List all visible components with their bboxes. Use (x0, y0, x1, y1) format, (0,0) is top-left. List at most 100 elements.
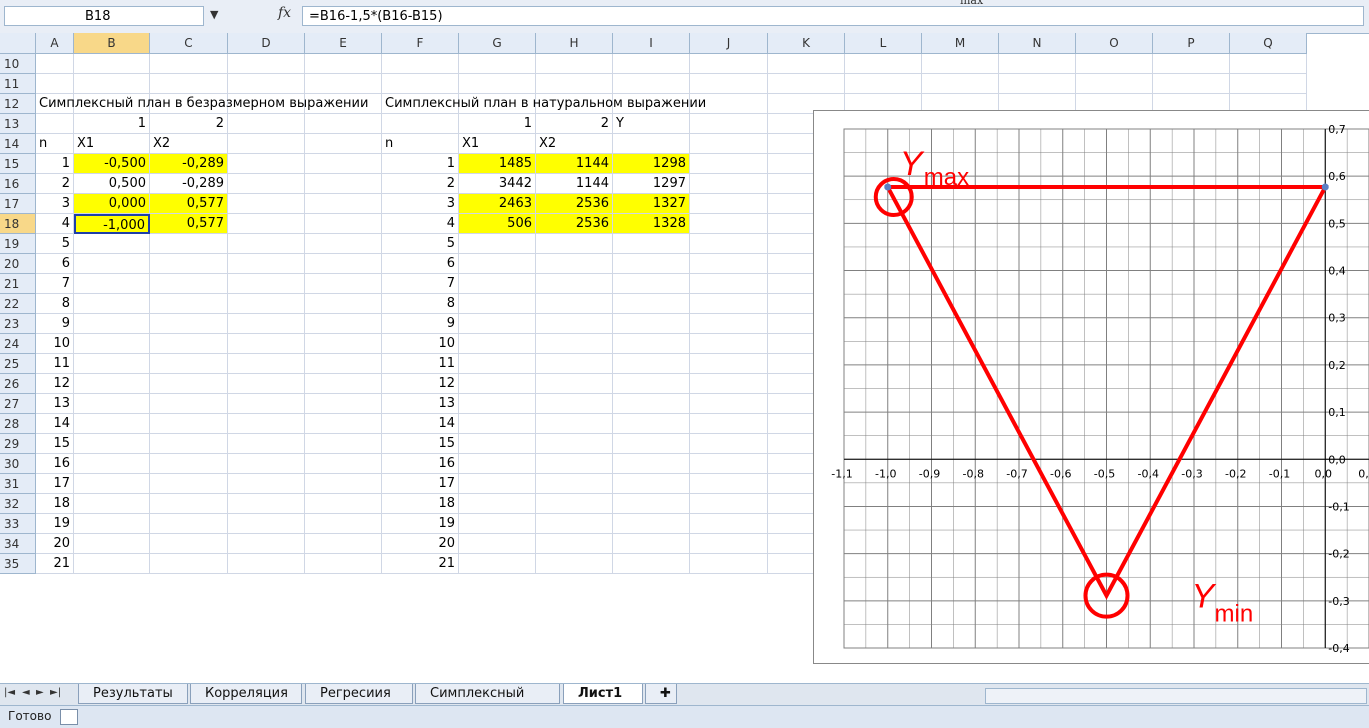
cell-F23-value[interactable]: 9 (382, 314, 459, 334)
cell-J32[interactable] (690, 494, 768, 514)
cell-P11[interactable] (1153, 74, 1230, 94)
cell-J29[interactable] (690, 434, 768, 454)
cell-G31[interactable] (459, 474, 536, 494)
cell-I32[interactable] (613, 494, 690, 514)
cell-A19-value[interactable]: 5 (36, 234, 74, 254)
insert-function-icon[interactable]: fx (278, 5, 291, 21)
column-header-J[interactable]: J (690, 33, 768, 54)
cell-D10[interactable] (228, 54, 305, 74)
row-header-25[interactable]: 25 (0, 354, 36, 374)
cell-J13[interactable] (690, 114, 768, 134)
cell-E11[interactable] (305, 74, 382, 94)
cell-I19[interactable] (613, 234, 690, 254)
cell-E29[interactable] (305, 434, 382, 454)
cell-G35[interactable] (459, 554, 536, 574)
cell-D27[interactable] (228, 394, 305, 414)
cell-I33[interactable] (613, 514, 690, 534)
row-header-24[interactable]: 24 (0, 334, 36, 354)
cell-C10[interactable] (150, 54, 228, 74)
cell-I16-value[interactable]: 1297 (613, 174, 690, 194)
column-header-N[interactable]: N (999, 33, 1076, 54)
title-left[interactable]: Симплексный план в безразмерном выражени… (36, 94, 416, 114)
row-header-28[interactable]: 28 (0, 414, 36, 434)
row-header-30[interactable]: 30 (0, 454, 36, 474)
cell-J10[interactable] (690, 54, 768, 74)
cell-H24[interactable] (536, 334, 613, 354)
cell-I17-value[interactable]: 1327 (613, 194, 690, 214)
cell-D11[interactable] (228, 74, 305, 94)
cell-H32[interactable] (536, 494, 613, 514)
cell-D24[interactable] (228, 334, 305, 354)
cell-J11[interactable] (690, 74, 768, 94)
cell-C35[interactable] (150, 554, 228, 574)
cell-D13[interactable] (228, 114, 305, 134)
title-right[interactable]: Симплексный план в натуральном выражении (382, 94, 762, 114)
column-header-P[interactable]: P (1153, 33, 1230, 54)
cell-G15-value[interactable]: 1485 (459, 154, 536, 174)
cell-A33-value[interactable]: 19 (36, 514, 74, 534)
cell-G30[interactable] (459, 454, 536, 474)
name-box[interactable]: B18 (4, 6, 204, 26)
row-header-29[interactable]: 29 (0, 434, 36, 454)
cell-A10[interactable] (36, 54, 74, 74)
cell-O11[interactable] (1076, 74, 1153, 94)
cell-E33[interactable] (305, 514, 382, 534)
cell-G34[interactable] (459, 534, 536, 554)
cell-C14-value[interactable]: X2 (150, 134, 228, 154)
cell-E32[interactable] (305, 494, 382, 514)
cell-J20[interactable] (690, 254, 768, 274)
next-sheet-button[interactable]: ► (36, 687, 44, 698)
cell-G19[interactable] (459, 234, 536, 254)
cell-C31[interactable] (150, 474, 228, 494)
row-header-21[interactable]: 21 (0, 274, 36, 294)
row-header-31[interactable]: 31 (0, 474, 36, 494)
cell-I15-value[interactable]: 1298 (613, 154, 690, 174)
cell-H34[interactable] (536, 534, 613, 554)
cell-B16-value[interactable]: 0,500 (74, 174, 150, 194)
cell-B24[interactable] (74, 334, 150, 354)
cell-J21[interactable] (690, 274, 768, 294)
cell-A25-value[interactable]: 11 (36, 354, 74, 374)
cell-B19[interactable] (74, 234, 150, 254)
cell-D34[interactable] (228, 534, 305, 554)
cell-B30[interactable] (74, 454, 150, 474)
cell-B29[interactable] (74, 434, 150, 454)
sheet-tab-5[interactable]: Лист1 (563, 684, 643, 704)
column-header-Q[interactable]: Q (1230, 33, 1307, 54)
cell-F15-value[interactable]: 1 (382, 154, 459, 174)
cell-B34[interactable] (74, 534, 150, 554)
cell-C24[interactable] (150, 334, 228, 354)
cell-G13-value[interactable]: 1 (459, 114, 536, 134)
cell-A21-value[interactable]: 7 (36, 274, 74, 294)
cell-J23[interactable] (690, 314, 768, 334)
cell-I34[interactable] (613, 534, 690, 554)
cell-H25[interactable] (536, 354, 613, 374)
sheet-tab-3[interactable]: Регресиия (305, 684, 413, 704)
cell-E26[interactable] (305, 374, 382, 394)
cell-E31[interactable] (305, 474, 382, 494)
cell-F31-value[interactable]: 17 (382, 474, 459, 494)
row-header-27[interactable]: 27 (0, 394, 36, 414)
row-header-15[interactable]: 15 (0, 154, 36, 174)
cell-H31[interactable] (536, 474, 613, 494)
cell-I10[interactable] (613, 54, 690, 74)
row-header-34[interactable]: 34 (0, 534, 36, 554)
cell-E21[interactable] (305, 274, 382, 294)
cell-F24-value[interactable]: 10 (382, 334, 459, 354)
cell-D14[interactable] (228, 134, 305, 154)
cell-H13-value[interactable]: 2 (536, 114, 613, 134)
cell-I23[interactable] (613, 314, 690, 334)
cell-G27[interactable] (459, 394, 536, 414)
first-sheet-button[interactable]: |◄ (4, 687, 15, 698)
cell-B33[interactable] (74, 514, 150, 534)
cell-D35[interactable] (228, 554, 305, 574)
cell-H17-value[interactable]: 2536 (536, 194, 613, 214)
row-header-18[interactable]: 18 (0, 214, 36, 234)
chart[interactable]: -1,1 -1,0 -0,9 -0,8 -0,7 -0,6 -0,5 -0,4 -0,3 -0,2… (813, 110, 1369, 664)
cell-G10[interactable] (459, 54, 536, 74)
cell-F32-value[interactable]: 18 (382, 494, 459, 514)
cell-F35-value[interactable]: 21 (382, 554, 459, 574)
cell-E34[interactable] (305, 534, 382, 554)
cell-A18-value[interactable]: 4 (36, 214, 74, 234)
cell-G28[interactable] (459, 414, 536, 434)
